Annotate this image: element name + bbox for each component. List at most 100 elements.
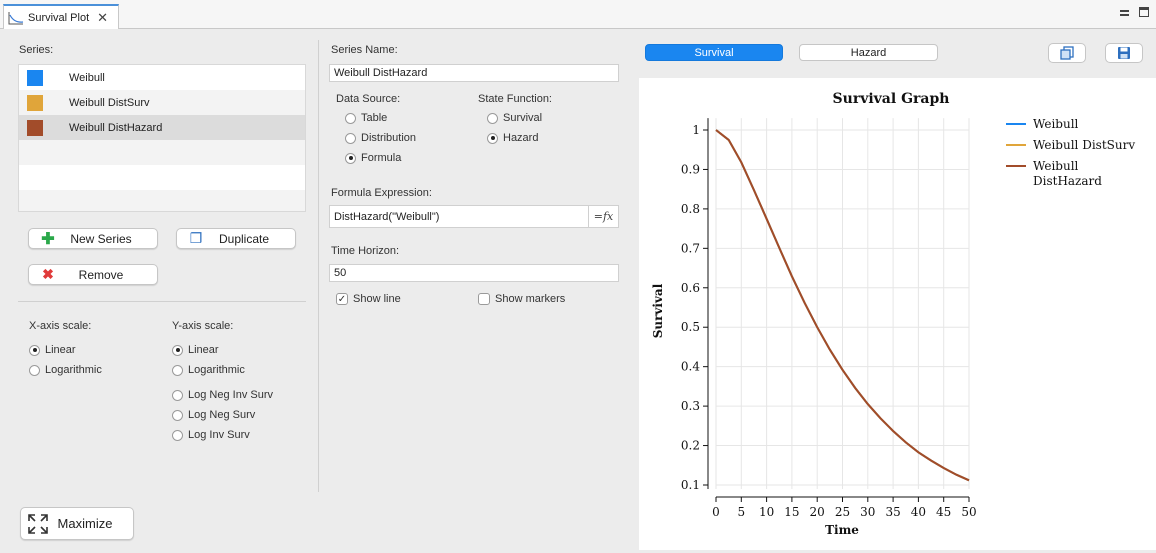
y-tick-label: 0.8 (681, 202, 700, 216)
series-name: Weibull DistHazard (69, 121, 163, 134)
show-line-checkbox[interactable]: ✓ Show line (336, 293, 401, 305)
radio-circle (172, 344, 183, 356)
time-horizon-label: Time Horizon: (331, 245, 400, 257)
radio-circle (345, 132, 356, 144)
survival-chart: 0.10.20.30.40.50.60.70.80.910 5 10 15 20 25 30… (651, 91, 1135, 537)
empty-row (19, 140, 305, 165)
y-tick-label: 0.2 (681, 439, 700, 453)
show-markers-checkbox[interactable]: Show markers (478, 293, 565, 305)
y-scale-linear-radio[interactable]: Linear (172, 344, 219, 356)
remove-icon: ✖ (42, 266, 54, 282)
series-name: Weibull (69, 71, 105, 84)
radio-circle (487, 132, 498, 144)
x-axis-scale-label: X-axis scale: (29, 320, 92, 332)
x-tick-label: 15 (784, 505, 799, 519)
radio-circle (345, 152, 356, 164)
y-scale-log-neg-inv-surv-radio[interactable]: Log Neg Inv Surv (172, 389, 273, 401)
y-scale-log-inv-surv-radio[interactable]: Log Inv Surv (172, 429, 250, 441)
x-tick-label: 35 (885, 505, 900, 519)
function-wizard-button[interactable]: =fx (588, 205, 619, 228)
radio-circle (172, 409, 183, 421)
x-tick-label: 50 (961, 505, 976, 519)
x-tick-label: 20 (810, 505, 825, 519)
save-chart-button[interactable] (1105, 43, 1143, 63)
legend-label: DistHazard (1033, 174, 1102, 188)
hazard-view-button[interactable]: Hazard (799, 44, 938, 61)
state-function-hazard-radio[interactable]: Hazard (487, 132, 538, 144)
series-list[interactable]: Weibull Weibull DistSurv Weibull DistHaz… (18, 64, 306, 212)
x-tick-label: 30 (860, 505, 875, 519)
copy-icon (1060, 46, 1074, 60)
y-tick-label: 0.9 (681, 162, 700, 176)
duplicate-icon: ❐ (189, 230, 203, 246)
maximize-window-icon[interactable] (1139, 7, 1149, 17)
tab-bar (0, 0, 1156, 29)
x-scale-linear-radio[interactable]: Linear (29, 344, 76, 356)
data-source-label: Data Source: (336, 93, 401, 105)
copy-chart-button[interactable] (1048, 43, 1086, 63)
radio-circle (172, 429, 183, 441)
state-function-label: State Function: (478, 93, 552, 105)
state-function-survival-radio[interactable]: Survival (487, 112, 542, 124)
list-item-weibull[interactable]: Weibull (19, 65, 305, 90)
y-tick-label: 0.6 (681, 281, 700, 295)
x-tick-label: 25 (835, 505, 850, 519)
panel-divider (318, 40, 319, 492)
radio-circle (29, 344, 40, 356)
legend-label: Weibull DistSurv (1033, 138, 1135, 152)
x-axis-title: Time (825, 523, 859, 537)
chart-icon (8, 11, 24, 24)
remove-button[interactable]: ✖ Remove (28, 264, 158, 285)
series-name-label: Series Name: (331, 44, 398, 56)
formula-expression-field[interactable]: DistHazard("Weibull") (329, 205, 589, 228)
time-horizon-field[interactable]: 50 (329, 264, 619, 282)
x-tick-label: 10 (759, 505, 774, 519)
x-tick-label: 5 (737, 505, 745, 519)
plus-icon: ✚ (41, 230, 55, 248)
y-scale-log-neg-surv-radio[interactable]: Log Neg Surv (172, 409, 255, 421)
series-label: Series: (19, 44, 54, 56)
tab-survival-plot[interactable]: Survival Plot ✕ (3, 4, 119, 29)
x-tick-label: 45 (936, 505, 951, 519)
y-axis-title: Survival (651, 283, 665, 338)
y-tick-label: 0.1 (681, 478, 700, 492)
formula-expression-label: Formula Expression: (331, 187, 432, 199)
expand-icon (28, 513, 48, 534)
x-tick-label: 40 (911, 505, 926, 519)
checkbox-box (478, 293, 490, 305)
minimize-icon[interactable] (1120, 8, 1130, 18)
data-source-table-radio[interactable]: Table (345, 112, 387, 124)
series-color-swatch (27, 94, 43, 111)
close-icon[interactable]: ✕ (97, 10, 108, 26)
section-divider (18, 301, 306, 302)
empty-row (19, 190, 305, 211)
y-tick-label: 0.7 (681, 241, 700, 255)
series-name-field[interactable]: Weibull DistHazard (329, 64, 619, 82)
data-source-distribution-radio[interactable]: Distribution (345, 132, 416, 144)
x-tick-label: 0 (712, 505, 720, 519)
radio-circle (345, 112, 356, 124)
legend-label: Weibull (1033, 159, 1079, 173)
list-item-weibull-disthazard[interactable]: Weibull DistHazard (19, 115, 305, 140)
series-name: Weibull DistSurv (69, 96, 150, 109)
plot-panel: 0.1 0.2 0.3 0.4 0.5 0.6 0.7 0.8 0.9 1 0 5 10 15 20 25 30… (639, 78, 1156, 550)
maximize-button[interactable]: Maximize (20, 507, 134, 540)
list-item-weibull-distsurv[interactable]: Weibull DistSurv (19, 90, 305, 115)
y-axis-scale-label: Y-axis scale: (172, 320, 234, 332)
new-series-button[interactable]: ✚ New Series (28, 228, 158, 249)
y-tick-label: 0.4 (681, 360, 700, 374)
x-scale-logarithmic-radio[interactable]: Logarithmic (29, 364, 102, 376)
radio-circle (29, 364, 40, 376)
series-color-swatch (27, 69, 43, 86)
empty-row (19, 165, 305, 190)
series-color-swatch (27, 119, 43, 136)
save-icon (1118, 47, 1130, 59)
radio-circle (172, 389, 183, 401)
data-source-formula-radio[interactable]: Formula (345, 152, 401, 164)
y-scale-logarithmic-radio[interactable]: Logarithmic (172, 364, 245, 376)
survival-view-button[interactable]: Survival (645, 44, 783, 61)
duplicate-button[interactable]: ❐ Duplicate (176, 228, 296, 249)
checkbox-box: ✓ (336, 293, 348, 305)
y-tick-label: 0.5 (681, 320, 700, 334)
y-tick-label: 0.3 (681, 399, 700, 413)
